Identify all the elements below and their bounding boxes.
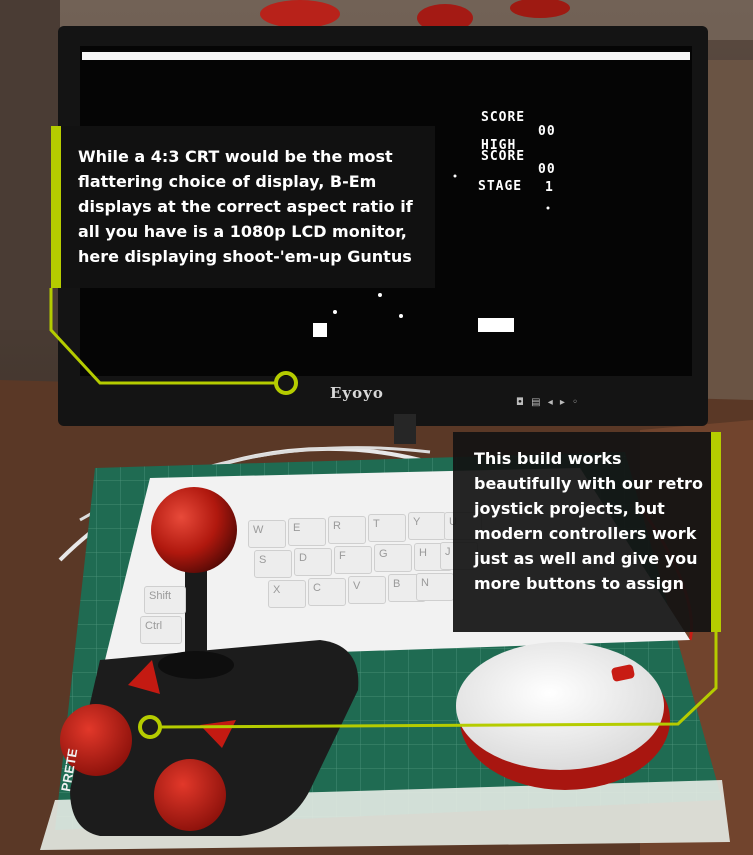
score-label: SCORE [481,110,526,125]
key: R [328,516,366,544]
high-score-value: 00 [538,162,556,177]
fire-button-bottom [154,759,226,831]
key: G [374,544,412,572]
key: C [308,578,346,606]
caption-controllers-text: This build works beautifully with our re… [474,449,703,593]
key: T [368,514,406,542]
stage-value: 1 [545,180,554,195]
key: V [348,576,386,604]
caption-accent-bar [711,432,721,632]
enemy-sprite [478,318,514,332]
key: Ctrl [140,616,182,644]
key: Y [408,512,446,540]
red-object [260,0,340,28]
high-score-label: HIGH SCORE [481,139,526,164]
score-value: 00 [538,124,556,139]
joystick-ball-top [151,487,237,573]
high-score-label-line2: SCORE [481,149,526,164]
caption-controllers: This build works beautifully with our re… [453,432,721,632]
player-ship-sprite [313,323,327,337]
caption-monitor-text: While a 4:3 CRT would be the most flatte… [78,147,413,266]
photo-scene: SCORE 00 HIGH SCORE 00 STAGE 1 Eyoyo ◘ ▤… [0,0,753,855]
key: S [254,550,292,578]
key: Shift [144,586,186,614]
monitor-control-buttons: ◘ ▤ ◂ ▸ ◦ [516,397,581,408]
monitor-brand-logo: Eyoyo [330,384,384,402]
key: X [268,580,306,608]
caption-monitor: While a 4:3 CRT would be the most flatte… [51,126,435,288]
key: F [334,546,372,574]
key: N [416,573,454,601]
caption-accent-bar [51,126,61,288]
key: D [294,548,332,576]
key: W [248,520,286,548]
key: E [288,518,326,546]
stage-label: STAGE [478,179,523,194]
